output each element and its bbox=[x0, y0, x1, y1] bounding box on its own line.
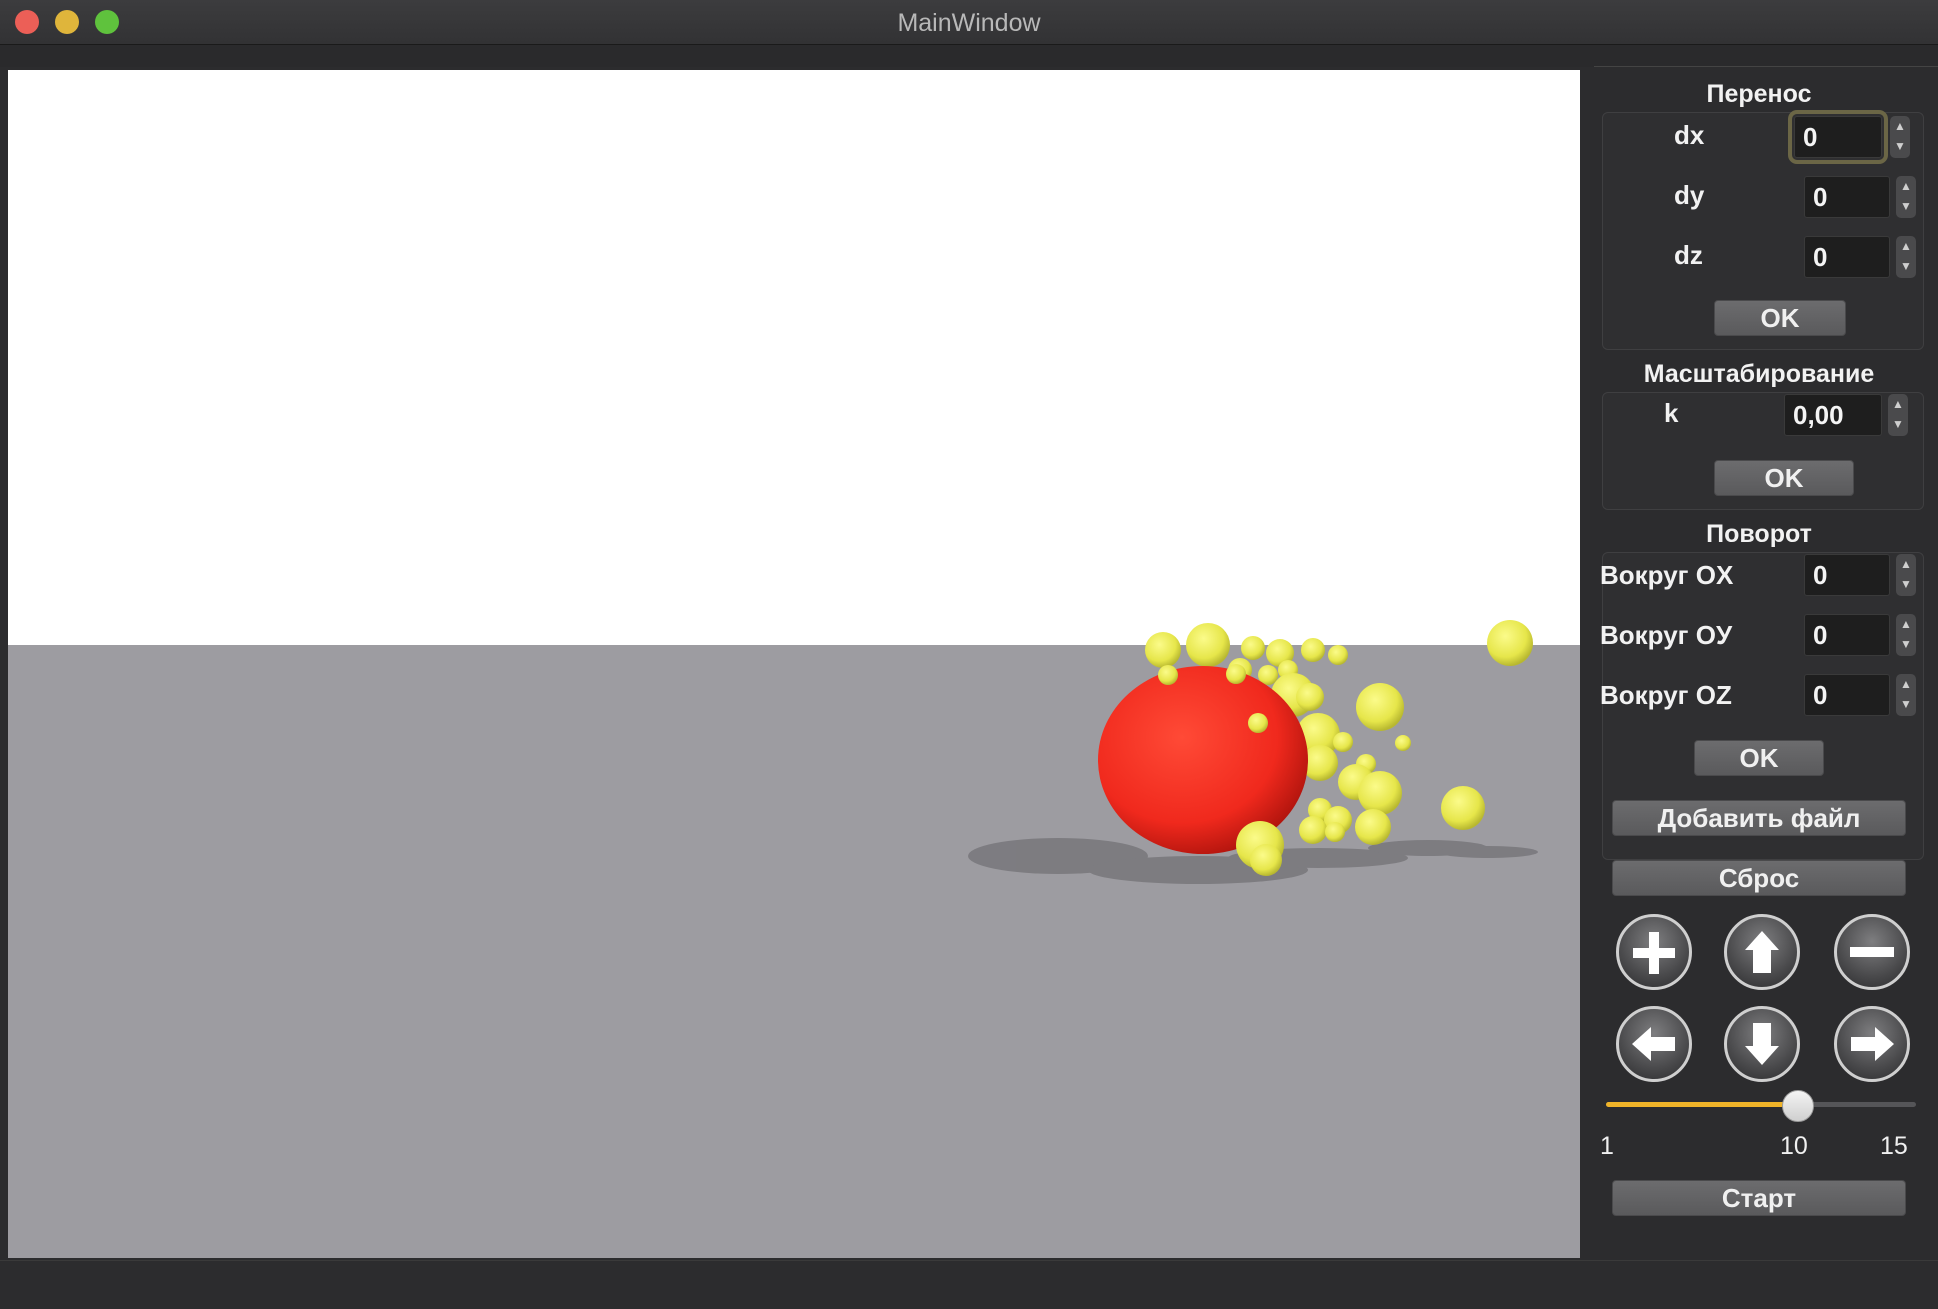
rotate-oy-stepper[interactable]: ▲ ▼ bbox=[1896, 614, 1916, 656]
window-title: MainWindow bbox=[897, 9, 1041, 37]
rotate-oz-input[interactable]: 0 bbox=[1804, 674, 1890, 716]
rotate-ox-label: Вокруг OX bbox=[1600, 560, 1734, 590]
rotate-oy-input[interactable]: 0 bbox=[1804, 614, 1890, 656]
slider-fill bbox=[1606, 1102, 1797, 1107]
dz-stepper[interactable]: ▲ ▼ bbox=[1896, 236, 1916, 278]
reset-button[interactable]: Сброс bbox=[1612, 860, 1906, 896]
slider-min-label: 1 bbox=[1600, 1132, 1614, 1160]
rotate-group-title: Поворот bbox=[1706, 520, 1812, 548]
rotate-oz-label: Вокруг OZ bbox=[1600, 680, 1732, 710]
dz-label: dz bbox=[1674, 240, 1703, 270]
dx-stepper[interactable]: ▲ ▼ bbox=[1890, 116, 1910, 158]
move-left-button[interactable] bbox=[1616, 1006, 1692, 1082]
move-down-button[interactable] bbox=[1724, 1006, 1800, 1082]
rotate-oz-stepper[interactable]: ▲ ▼ bbox=[1896, 674, 1916, 716]
rotate-oy-label: Вокруг OУ bbox=[1600, 620, 1733, 650]
title-bar: MainWindow bbox=[0, 0, 1938, 45]
minus-icon bbox=[1850, 947, 1894, 957]
zoom-out-button[interactable] bbox=[1834, 914, 1910, 990]
arrow-up-icon bbox=[1745, 931, 1779, 973]
scale-group-title: Масштабирование bbox=[1643, 360, 1875, 388]
scene-render bbox=[968, 620, 1538, 884]
scale-ok-button[interactable]: OK bbox=[1714, 460, 1854, 496]
arrow-left-icon bbox=[1632, 1027, 1675, 1061]
dx-label: dx bbox=[1674, 120, 1705, 150]
translate-ok-button[interactable]: OK bbox=[1714, 300, 1846, 336]
k-input[interactable]: 0,00 bbox=[1784, 394, 1882, 436]
k-stepper[interactable]: ▲ ▼ bbox=[1888, 394, 1908, 436]
red-ball bbox=[1098, 666, 1308, 854]
toolbar-strip bbox=[0, 45, 1938, 67]
zoom-in-button[interactable] bbox=[1616, 914, 1692, 990]
rotate-ox-stepper[interactable]: ▲ ▼ bbox=[1896, 554, 1916, 596]
status-bar bbox=[0, 1260, 1938, 1309]
start-button[interactable]: Старт bbox=[1612, 1180, 1906, 1216]
panel-divider bbox=[1594, 66, 1938, 67]
move-right-button[interactable] bbox=[1834, 1006, 1910, 1082]
arrow-right-icon bbox=[1851, 1027, 1894, 1061]
dy-label: dy bbox=[1674, 180, 1705, 210]
rotate-ox-input[interactable]: 0 bbox=[1804, 554, 1890, 596]
move-up-button[interactable] bbox=[1724, 914, 1800, 990]
speed-slider[interactable] bbox=[1606, 1090, 1916, 1122]
slider-max-label: 15 bbox=[1880, 1132, 1908, 1160]
k-label: k bbox=[1664, 398, 1679, 428]
dx-input[interactable]: 0 bbox=[1788, 110, 1888, 164]
transform-panel: Перенос dx 0 ▲ ▼ dy 0 ▲ ▼ dz 0 ▲ ▼ OK Масшт… bbox=[1594, 68, 1938, 1258]
rotate-ok-button[interactable]: OK bbox=[1694, 740, 1824, 776]
slider-thumb[interactable] bbox=[1782, 1090, 1814, 1122]
arrow-down-icon bbox=[1745, 1023, 1779, 1065]
dy-input[interactable]: 0 bbox=[1804, 176, 1890, 218]
add-file-button[interactable]: Добавить файл bbox=[1612, 800, 1906, 836]
translate-group-title: Перенос bbox=[1706, 80, 1812, 108]
plus-icon bbox=[1633, 932, 1675, 974]
slider-mid-label: 10 bbox=[1780, 1132, 1808, 1160]
scene-viewport[interactable] bbox=[8, 70, 1580, 1258]
dz-input[interactable]: 0 bbox=[1804, 236, 1890, 278]
dy-stepper[interactable]: ▲ ▼ bbox=[1896, 176, 1916, 218]
